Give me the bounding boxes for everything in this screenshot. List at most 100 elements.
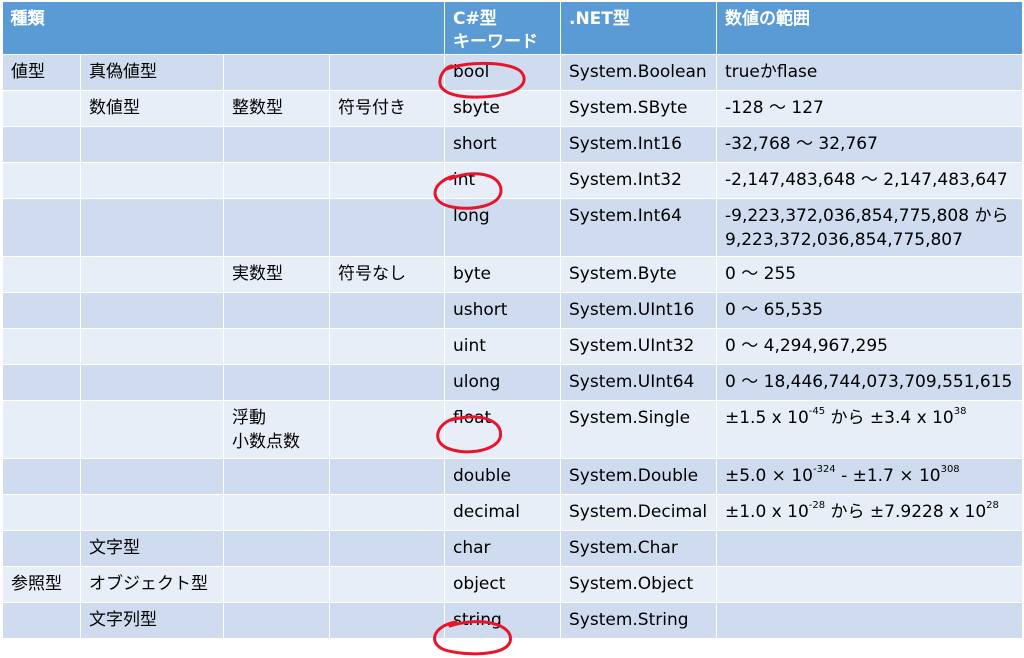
dotnet-cell: System.UInt64 bbox=[560, 364, 717, 401]
kind-cell bbox=[223, 328, 330, 365]
dotnet-cell: System.Single bbox=[560, 400, 717, 459]
kind-cell: 整数型 bbox=[223, 90, 330, 127]
kind-cell: 浮動 小数点数 bbox=[223, 400, 330, 459]
range-part-b: から ±7.9228 x 10 bbox=[825, 502, 987, 522]
table-row: 文字型 char System.Char bbox=[2, 530, 1023, 567]
sign-cell bbox=[329, 162, 445, 199]
sign-cell: 符号付き bbox=[329, 90, 445, 127]
dotnet-cell: System.Object bbox=[560, 566, 717, 603]
csharp-type-table: 種類 C#型 キーワード .NET型 数値の範囲 値型 真偽値型 bool Sy… bbox=[2, 2, 1023, 639]
range-exp-1: -28 bbox=[808, 500, 826, 511]
table-row: decimal System.Decimal ±1.0 x 10-28 から ±… bbox=[2, 494, 1023, 531]
category-cell bbox=[2, 126, 81, 163]
kind-cell bbox=[223, 494, 330, 531]
kind-cell bbox=[223, 566, 330, 603]
subcategory-cell bbox=[80, 162, 224, 199]
category-cell bbox=[2, 458, 81, 495]
sign-cell bbox=[329, 494, 445, 531]
dotnet-cell: System.Byte bbox=[560, 256, 717, 293]
header-range: 数値の範囲 bbox=[716, 2, 1023, 55]
table-row: ushort System.UInt16 0 〜 65,535 bbox=[2, 292, 1023, 329]
header-keyword: C#型 キーワード bbox=[444, 2, 561, 55]
subcategory-cell: 文字列型 bbox=[80, 602, 224, 639]
kind-cell bbox=[223, 126, 330, 163]
subcategory-cell: 数値型 bbox=[80, 90, 224, 127]
kind-cell bbox=[223, 54, 330, 91]
subcategory-cell bbox=[80, 364, 224, 401]
kind-cell bbox=[223, 530, 330, 567]
range-part-a: ±5.0 × 10 bbox=[725, 466, 813, 486]
dotnet-cell: System.Double bbox=[560, 458, 717, 495]
category-cell bbox=[2, 256, 81, 293]
header-row: 種類 C#型 キーワード .NET型 数値の範囲 bbox=[2, 2, 1023, 55]
category-cell bbox=[2, 328, 81, 365]
range-cell: 0 〜 65,535 bbox=[716, 292, 1023, 329]
subcategory-cell bbox=[80, 328, 224, 365]
sign-cell bbox=[329, 566, 445, 603]
table-row: uint System.UInt32 0 〜 4,294,967,295 bbox=[2, 328, 1023, 365]
range-part-b: - ±1.7 × 10 bbox=[835, 466, 941, 486]
sign-cell: 符号なし bbox=[329, 256, 445, 293]
dotnet-cell: System.String bbox=[560, 602, 717, 639]
sign-cell bbox=[329, 530, 445, 567]
subcategory-cell bbox=[80, 256, 224, 293]
keyword-cell: decimal bbox=[444, 494, 561, 531]
range-cell: ±1.5 x 10-45 から ±3.4 x 1038 bbox=[716, 400, 1023, 459]
table-row: double System.Double ±5.0 × 10-324 - ±1.… bbox=[2, 458, 1023, 495]
range-exp-1: -45 bbox=[808, 406, 826, 417]
table-row: 数値型 整数型 符号付き sbyte System.SByte -128 〜 1… bbox=[2, 90, 1023, 127]
category-cell: 参照型 bbox=[2, 566, 81, 603]
type-table-container: 種類 C#型 キーワード .NET型 数値の範囲 値型 真偽値型 bool Sy… bbox=[2, 2, 1023, 639]
header-keyword-line2: キーワード bbox=[453, 32, 538, 52]
table-row: long System.Int64 -9,223,372,036,854,775… bbox=[2, 198, 1023, 257]
range-cell bbox=[716, 530, 1023, 567]
table-row: 値型 真偽値型 bool System.Boolean trueかflase bbox=[2, 54, 1023, 91]
category-cell bbox=[2, 162, 81, 199]
range-exp-2: 28 bbox=[986, 500, 999, 511]
keyword-cell: uint bbox=[444, 328, 561, 365]
range-cell: -9,223,372,036,854,775,808 から 9,223,372,… bbox=[716, 198, 1023, 257]
sign-cell bbox=[329, 364, 445, 401]
header-dotnet: .NET型 bbox=[560, 2, 717, 55]
table-row: int System.Int32 -2,147,483,648 〜 2,147,… bbox=[2, 162, 1023, 199]
kind-cell bbox=[223, 162, 330, 199]
table-row: 実数型 符号なし byte System.Byte 0 〜 255 bbox=[2, 256, 1023, 293]
kind-cell bbox=[223, 292, 330, 329]
sign-cell bbox=[329, 292, 445, 329]
range-cell: ±1.0 x 10-28 から ±7.9228 x 1028 bbox=[716, 494, 1023, 531]
keyword-cell: char bbox=[444, 530, 561, 567]
subcategory-cell bbox=[80, 292, 224, 329]
dotnet-cell: System.UInt32 bbox=[560, 328, 717, 365]
keyword-cell: long bbox=[444, 198, 561, 257]
dotnet-cell: System.Int32 bbox=[560, 162, 717, 199]
range-cell: 0 〜 255 bbox=[716, 256, 1023, 293]
keyword-cell: string bbox=[444, 602, 561, 639]
table-row: 文字列型 string System.String bbox=[2, 602, 1023, 639]
sign-cell bbox=[329, 54, 445, 91]
keyword-cell: float bbox=[444, 400, 561, 459]
range-exp-2: 308 bbox=[940, 464, 960, 475]
kind-cell bbox=[223, 602, 330, 639]
range-cell: 0 〜 18,446,744,073,709,551,615 bbox=[716, 364, 1023, 401]
range-cell bbox=[716, 566, 1023, 603]
sign-cell bbox=[329, 400, 445, 459]
subcategory-cell bbox=[80, 198, 224, 257]
keyword-cell: bool bbox=[444, 54, 561, 91]
category-cell bbox=[2, 198, 81, 257]
range-exp-1: -324 bbox=[812, 464, 836, 475]
range-cell: -128 〜 127 bbox=[716, 90, 1023, 127]
subcategory-cell bbox=[80, 494, 224, 531]
subcategory-cell bbox=[80, 458, 224, 495]
keyword-cell: object bbox=[444, 566, 561, 603]
subcategory-cell: 真偽値型 bbox=[80, 54, 224, 91]
header-kind: 種類 bbox=[2, 2, 445, 55]
range-line2: 9,223,372,036,854,775,807 bbox=[725, 230, 963, 250]
category-cell bbox=[2, 364, 81, 401]
range-cell: -2,147,483,648 〜 2,147,483,647 bbox=[716, 162, 1023, 199]
range-cell: -32,768 〜 32,767 bbox=[716, 126, 1023, 163]
range-part-b: から ±3.4 x 10 bbox=[825, 408, 954, 428]
dotnet-cell: System.UInt16 bbox=[560, 292, 717, 329]
category-cell bbox=[2, 292, 81, 329]
table-row: short System.Int16 -32,768 〜 32,767 bbox=[2, 126, 1023, 163]
range-exp-2: 38 bbox=[953, 406, 967, 417]
